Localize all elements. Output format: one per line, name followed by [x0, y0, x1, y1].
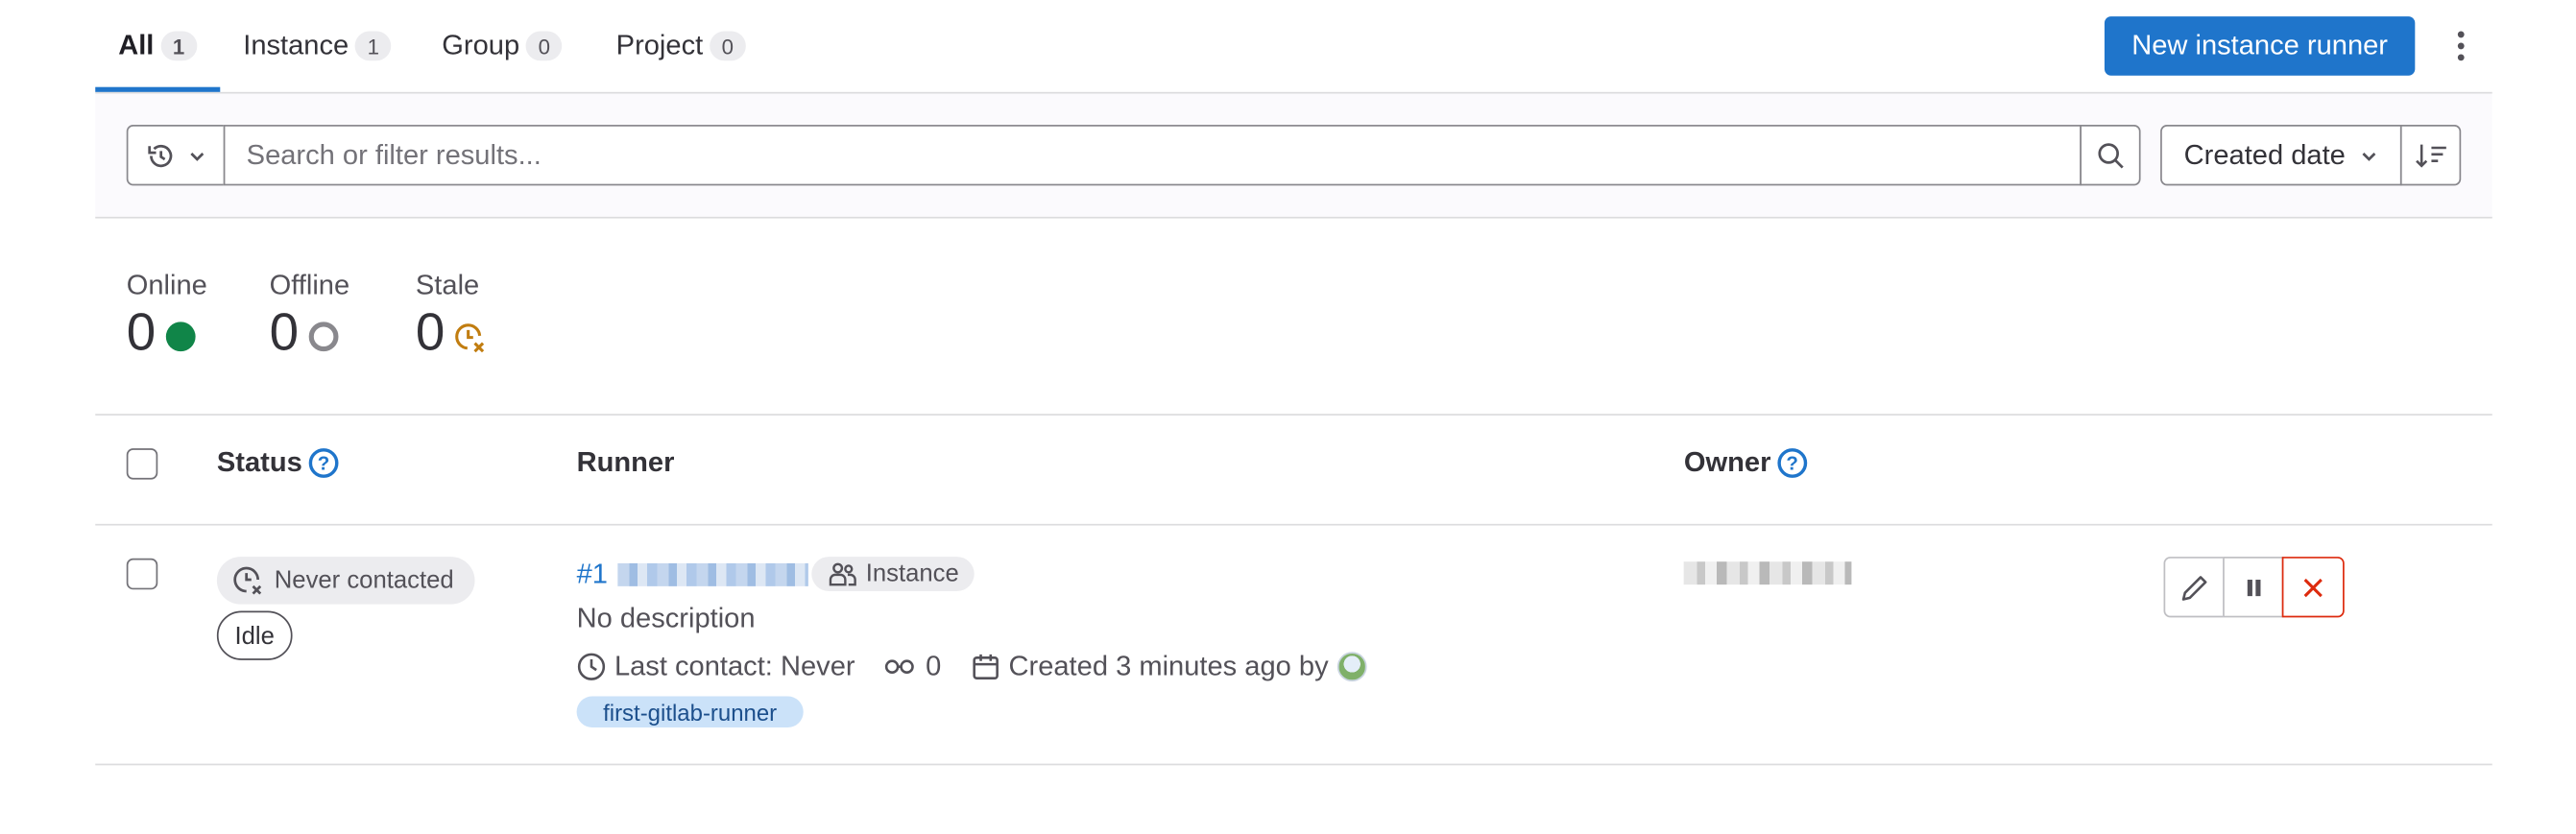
search-placeholder: Search or filter results... — [246, 138, 542, 171]
stats-divider — [95, 414, 2492, 416]
clock-x-icon — [233, 565, 262, 594]
sort-lowest-icon — [2415, 143, 2445, 167]
last-contact-text: Last contact: Never — [614, 650, 855, 682]
owner-help-icon[interactable]: ? — [1777, 448, 1808, 478]
tab-group[interactable]: Group 0 — [442, 0, 563, 92]
tab-instance-label: Instance — [243, 29, 349, 61]
pause-button[interactable] — [2223, 557, 2284, 618]
runner-tag[interactable]: first-gitlab-runner — [576, 696, 804, 728]
runner-meta: Last contact: Never 0 Created 3 minutes … — [577, 649, 1366, 685]
active-tab-indicator — [95, 86, 221, 92]
redacted-runner-token — [617, 562, 808, 586]
pipeline-icon — [885, 659, 915, 674]
tab-project-count: 0 — [710, 31, 746, 61]
pencil-icon — [2180, 575, 2206, 600]
stat-stale: Stale 0 — [416, 270, 488, 364]
search-button[interactable] — [2080, 125, 2141, 186]
created-text: Created 3 minutes ago by — [1008, 650, 1329, 682]
runner-header-label: Runner — [576, 446, 675, 478]
stat-offline-label: Offline — [269, 269, 350, 301]
sort-direction-button[interactable] — [2399, 125, 2462, 186]
tab-project[interactable]: Project 0 — [616, 0, 746, 92]
tab-group-label: Group — [442, 29, 520, 61]
history-icon — [148, 144, 173, 167]
runner-type-badge: Instance — [811, 557, 975, 591]
clock-icon — [577, 653, 606, 680]
tab-group-count: 0 — [525, 31, 563, 61]
stat-online-value: 0 — [126, 301, 156, 362]
search-icon — [2097, 142, 2123, 168]
row-select-checkbox[interactable] — [126, 558, 158, 590]
search-input[interactable]: Search or filter results... — [223, 125, 2082, 186]
chevron-down-icon — [2361, 152, 2375, 161]
header-divider — [95, 523, 2492, 526]
row-divider — [95, 763, 2492, 766]
tab-instance[interactable]: Instance 1 — [243, 0, 392, 92]
chevron-down-icon — [190, 152, 205, 161]
runner-type-label: Instance — [865, 560, 959, 588]
stat-offline-value: 0 — [269, 301, 300, 362]
edit-button[interactable] — [2163, 557, 2225, 618]
runner-column-header: Runner — [577, 446, 675, 479]
tab-all[interactable]: All 1 — [118, 0, 197, 92]
stat-stale-value: 0 — [415, 301, 445, 362]
status-header-label: Status — [216, 446, 302, 478]
close-icon — [2303, 578, 2323, 597]
jobs-count: 0 — [926, 650, 942, 682]
tab-instance-count: 1 — [355, 31, 392, 61]
redacted-owner — [1683, 561, 1852, 585]
stat-offline: Offline 0 — [270, 270, 350, 364]
delete-button[interactable] — [2281, 557, 2345, 618]
stat-online: Online 0 — [127, 270, 207, 364]
new-instance-runner-button[interactable]: New instance runner — [2104, 16, 2416, 76]
sort-label: Created date — [2183, 138, 2346, 171]
online-status-icon — [165, 321, 196, 351]
status-help-icon[interactable]: ? — [308, 448, 339, 478]
offline-status-icon — [308, 321, 339, 351]
tab-all-count: 1 — [160, 31, 197, 61]
runner-link[interactable]: #1 — [577, 557, 808, 593]
kebab-icon[interactable] — [2442, 23, 2481, 69]
status-column-header: Status ? — [217, 446, 339, 479]
sort-dropdown[interactable]: Created date — [2160, 125, 2402, 186]
idle-badge: Idle — [216, 610, 293, 660]
pause-icon — [2246, 579, 2260, 596]
recent-searches-dropdown[interactable] — [126, 125, 226, 186]
status-badge: Never contacted — [216, 557, 475, 605]
runner-description: No description — [576, 602, 756, 634]
stat-stale-label: Stale — [415, 269, 480, 301]
stale-clock-icon — [454, 322, 484, 352]
owner-column-header: Owner ? — [1683, 446, 1808, 479]
select-all-checkbox[interactable] — [126, 448, 158, 480]
owner-header-label: Owner — [1683, 446, 1771, 478]
status-badge-label: Never contacted — [274, 566, 454, 595]
users-icon — [829, 561, 856, 585]
calendar-icon — [973, 654, 999, 679]
runner-id: #1 — [576, 558, 608, 590]
tab-all-label: All — [118, 29, 155, 61]
tab-project-label: Project — [615, 29, 704, 61]
stat-online-label: Online — [126, 269, 207, 301]
creator-avatar[interactable] — [1336, 652, 1366, 682]
